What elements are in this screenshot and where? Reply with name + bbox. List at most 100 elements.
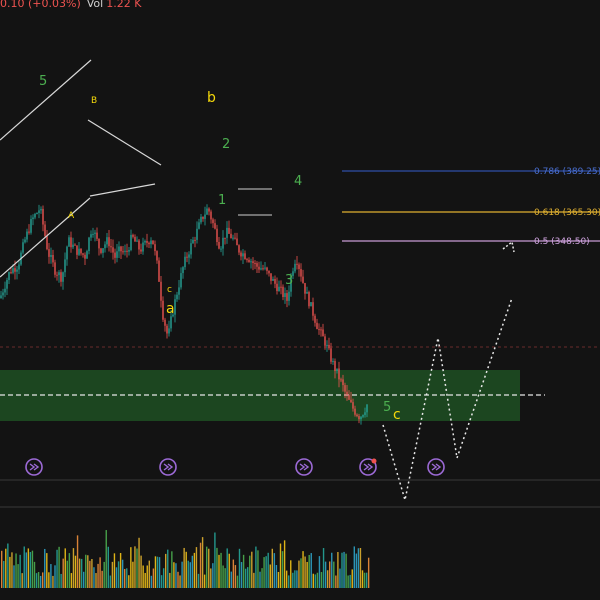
candle-body xyxy=(208,208,210,212)
candle-body xyxy=(108,237,110,247)
candle-body xyxy=(354,408,356,415)
candle-body xyxy=(124,250,126,252)
volume-bar xyxy=(244,568,247,588)
volume-bar xyxy=(171,551,173,588)
candle-body xyxy=(102,248,104,253)
candle-body xyxy=(320,329,322,331)
candle-body xyxy=(304,283,306,294)
candle-body xyxy=(24,239,26,243)
volume-bar xyxy=(238,548,241,588)
candle-body xyxy=(150,240,152,245)
volume-bar xyxy=(345,553,347,588)
volume-bar xyxy=(271,548,273,588)
candle-body xyxy=(222,237,224,249)
volume-bar xyxy=(19,554,21,588)
candle-body xyxy=(352,402,354,409)
candle-body xyxy=(340,379,342,381)
candle-body xyxy=(100,248,102,253)
candle-body xyxy=(6,279,8,289)
candle-body xyxy=(318,329,320,331)
candle-body xyxy=(88,237,90,252)
candle-body xyxy=(126,250,128,252)
volume-bar xyxy=(91,559,93,588)
volume-bar xyxy=(251,551,253,588)
event-icon-arrow xyxy=(363,463,374,471)
volume-bar xyxy=(109,575,112,588)
volume-bar xyxy=(111,561,114,588)
event-icon[interactable] xyxy=(295,458,313,476)
volume-bar xyxy=(220,552,222,588)
volume-bar xyxy=(206,546,208,588)
candle-body xyxy=(358,416,360,420)
volume-bar xyxy=(1,550,3,588)
candle-body xyxy=(188,254,190,258)
volume-bar xyxy=(50,564,52,588)
volume-bar xyxy=(290,560,292,588)
volume-bar xyxy=(294,570,296,588)
volume-bar xyxy=(138,537,140,588)
event-icon[interactable] xyxy=(159,458,177,476)
event-icons[interactable] xyxy=(25,458,445,476)
volume-bar xyxy=(169,572,171,588)
volume-bar xyxy=(48,572,50,588)
candle-body xyxy=(250,261,252,263)
volume-bar xyxy=(134,546,136,588)
candle-body xyxy=(322,329,324,337)
volume-bar xyxy=(310,553,312,588)
volume-bar xyxy=(44,548,46,588)
volume-bar xyxy=(119,552,122,588)
volume-bar xyxy=(113,553,116,588)
volume-bar xyxy=(95,573,97,588)
candle-body xyxy=(274,279,276,284)
candle-body xyxy=(158,260,160,282)
volume-bar xyxy=(253,572,255,588)
candle-body xyxy=(154,244,156,252)
candle-body xyxy=(52,255,54,263)
candle-body xyxy=(230,233,232,239)
volume-bar xyxy=(275,565,278,588)
volume-bar xyxy=(277,571,280,588)
candle-body xyxy=(40,208,42,211)
event-icon-arrow xyxy=(299,463,310,471)
volume-bar xyxy=(74,555,77,588)
volume-bar xyxy=(265,556,267,588)
volume-bar xyxy=(308,554,310,588)
volume-bar xyxy=(365,572,368,588)
volume-bar xyxy=(35,573,38,588)
candle-body xyxy=(210,211,212,220)
candle-body xyxy=(324,336,326,346)
volume-bar xyxy=(361,570,364,588)
volume-bar xyxy=(175,563,177,588)
event-icon[interactable] xyxy=(25,458,43,476)
event-icon[interactable] xyxy=(427,458,445,476)
candle-body xyxy=(50,255,52,257)
volume-bar xyxy=(29,552,32,588)
candle-body xyxy=(16,269,18,272)
volume-bar xyxy=(195,547,198,588)
volume-bar xyxy=(64,548,66,588)
event-icon[interactable] xyxy=(359,458,377,476)
price-chart[interactable]: 0.786 (389.25) 0.618 (365.30) 0.5 (348.5… xyxy=(0,0,600,600)
volume-bar xyxy=(107,546,109,588)
candle-body xyxy=(122,251,124,253)
volume-bar xyxy=(105,530,107,588)
volume-bar xyxy=(142,565,144,588)
fib-levels: 0.786 (389.25) 0.618 (365.30) 0.5 (348.5… xyxy=(342,167,600,247)
candle-body xyxy=(144,240,146,243)
subwave-label-c: c xyxy=(167,285,172,295)
volume-bar xyxy=(230,571,232,588)
volume-bar xyxy=(42,572,44,588)
volume-bar xyxy=(367,557,370,588)
candle-body xyxy=(180,273,182,288)
volume-bar xyxy=(335,575,337,588)
volume-bar xyxy=(228,553,230,588)
candle-body xyxy=(164,319,166,326)
candle-body xyxy=(2,292,4,296)
volume-bar xyxy=(179,575,181,588)
volume-bar xyxy=(60,573,62,588)
candle-body xyxy=(136,240,138,242)
volume-bar xyxy=(216,547,218,588)
candle-body xyxy=(0,295,2,298)
wave-label-5-bottom: 5 xyxy=(383,400,391,415)
candle-body xyxy=(346,391,348,395)
